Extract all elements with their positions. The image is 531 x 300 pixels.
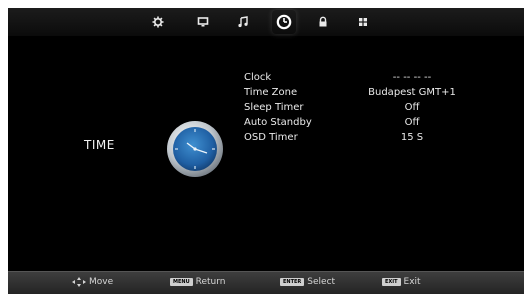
hint-select: ENTER Select <box>280 277 335 287</box>
menu-key-icon: MENU <box>170 278 193 286</box>
button-hint-bar: Move MENU Return ENTER Select EXIT Exit <box>8 271 524 294</box>
grid-icon <box>359 18 367 26</box>
hint-move: Move <box>72 277 113 287</box>
menu-row-auto-standby[interactable]: Auto Standby Off <box>244 115 504 130</box>
clock-icon <box>167 121 223 177</box>
hint-move-label: Move <box>89 277 114 287</box>
time-settings-menu: Clock -- -- -- -- Time Zone Budapest GMT… <box>244 70 504 145</box>
category-title: TIME <box>84 138 115 152</box>
menu-label: Sleep Timer <box>244 102 304 113</box>
menu-label: OSD Timer <box>244 132 298 143</box>
tab-settings[interactable] <box>150 14 166 30</box>
monitor-icon <box>197 17 209 27</box>
menu-row-time-zone[interactable]: Time Zone Budapest GMT+1 <box>244 85 504 100</box>
enter-key-icon: ENTER <box>280 278 305 286</box>
osd-screen: TIME Clock -- -- -- -- Time Zone Budapes… <box>8 8 524 294</box>
menu-tab-bar <box>8 8 524 36</box>
menu-label: Time Zone <box>244 87 298 98</box>
menu-value: Off <box>404 117 420 128</box>
hint-select-label: Select <box>307 277 336 287</box>
hint-exit: EXIT Exit <box>382 277 421 287</box>
gear-icon <box>152 16 164 28</box>
hint-return: MENU Return <box>170 277 226 287</box>
tab-lock[interactable] <box>315 14 331 30</box>
menu-value: Off <box>404 102 420 113</box>
hint-exit-label: Exit <box>403 277 421 287</box>
menu-value: Budapest GMT+1 <box>368 87 456 98</box>
tab-sound[interactable] <box>235 14 251 30</box>
directional-pad-icon <box>72 277 86 287</box>
music-note-icon <box>238 16 248 28</box>
menu-label: Auto Standby <box>244 117 312 128</box>
exit-key-icon: EXIT <box>382 278 401 286</box>
tab-setup[interactable] <box>355 14 371 30</box>
hint-return-label: Return <box>195 277 226 287</box>
menu-label: Clock <box>244 72 272 83</box>
menu-value: 15 S <box>400 132 424 143</box>
clock-icon <box>276 14 292 30</box>
tab-picture[interactable] <box>195 14 211 30</box>
menu-row-clock[interactable]: Clock -- -- -- -- <box>244 70 504 85</box>
menu-row-sleep-timer[interactable]: Sleep Timer Off <box>244 100 504 115</box>
tab-time[interactable] <box>276 14 292 30</box>
lock-icon <box>319 16 327 27</box>
menu-row-osd-timer[interactable]: OSD Timer 15 S <box>244 130 504 145</box>
menu-value: -- -- -- -- <box>392 72 432 83</box>
